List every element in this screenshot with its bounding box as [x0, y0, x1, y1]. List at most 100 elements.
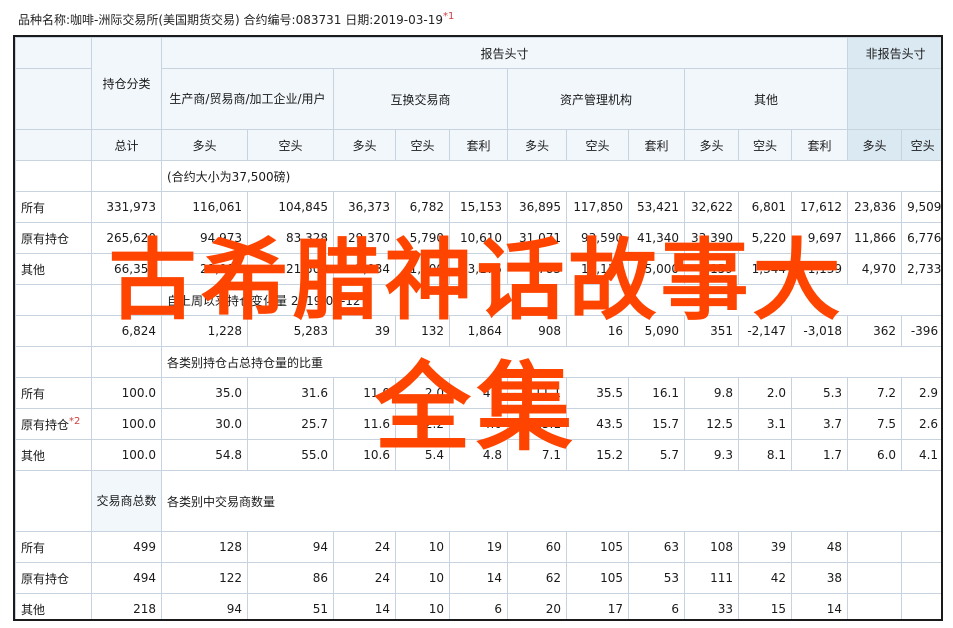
- table-row: 原有持仓*2 100.0 30.0 25.7 11.6 2.2 4.0 15.1 43.5 15.…: [15, 408, 941, 440]
- data-cell: 42: [738, 562, 792, 594]
- subheader-cell: 空头: [738, 129, 792, 161]
- data-cell: 4,970: [847, 253, 903, 285]
- data-cell: 62: [507, 562, 567, 594]
- data-cell: 35.0: [161, 377, 248, 409]
- data-cell: 2.0: [738, 377, 792, 409]
- position-class-header: 持仓分类: [91, 37, 162, 130]
- row-label: 原有持仓*2: [15, 408, 92, 440]
- data-cell: [901, 562, 941, 594]
- data-cell: [847, 593, 903, 619]
- group-header-nonreport: [847, 68, 941, 130]
- data-cell: 51: [247, 593, 334, 619]
- data-cell: 83,328: [247, 222, 334, 254]
- data-cell: 31.6: [247, 377, 334, 409]
- data-cell: 17,612: [790, 191, 849, 223]
- data-cell: 5,220: [738, 222, 792, 254]
- data-cell: 8.1: [738, 439, 792, 471]
- data-cell: 54.8: [161, 439, 248, 471]
- data-cell: 66,353: [91, 253, 162, 285]
- row-label: 原有持仓: [15, 222, 92, 254]
- data-cell: 1,344: [738, 253, 792, 285]
- data-cell: 14: [790, 593, 849, 619]
- data-cell: [847, 531, 903, 563]
- change-cell: -396: [901, 315, 941, 347]
- table-row: 所有 100.0 35.0 31.6 11.0 2.0 4.6 11.1 35.5 16.1 9.8…: [15, 377, 941, 409]
- row-label-text: 其他: [21, 448, 46, 463]
- data-cell: 108: [684, 531, 739, 563]
- page-header: 品种名称:咖啡-洲际交易所(美国期货交易) 合约编号:083731 日期:201…: [18, 11, 454, 28]
- data-cell: 4.1: [901, 439, 941, 471]
- row-label-text: 所有: [21, 540, 46, 555]
- data-cell: 3.7: [790, 408, 849, 440]
- section-note-traders: 各类别中交易商数量: [160, 470, 941, 532]
- change-cell: 5,283: [247, 315, 334, 347]
- data-cell: 117,850: [566, 191, 629, 223]
- data-cell: 15.7: [628, 408, 685, 440]
- data-cell: 53: [628, 562, 685, 594]
- subheader-cell: 多头: [847, 129, 903, 161]
- data-cell: 6: [449, 593, 508, 619]
- data-cell: 3.1: [738, 408, 792, 440]
- data-cell: 9.3: [684, 439, 739, 471]
- data-cell: 265,620: [91, 222, 162, 254]
- data-cell: 6: [628, 593, 685, 619]
- data-cell: 100.0: [91, 439, 162, 471]
- table-row: 其他 66,353 21,088 21,509 7,034 1,000 3,175 4,783…: [15, 253, 941, 285]
- data-cell: 19: [449, 531, 508, 563]
- row-label-text: 原有持仓: [21, 571, 70, 586]
- subheader-cell: 套利: [628, 129, 685, 161]
- group-header-other: 其他: [683, 68, 849, 130]
- data-cell: 6.0: [847, 439, 903, 471]
- change-cell: 1,864: [449, 315, 508, 347]
- change-cell: 1,228: [161, 315, 248, 347]
- data-cell: 9,509: [901, 191, 941, 223]
- data-cell: 38: [790, 562, 849, 594]
- row-label: 所有: [15, 377, 92, 409]
- data-cell: 5,790: [395, 222, 450, 254]
- data-cell: [847, 562, 903, 594]
- data-cell: 15,153: [449, 191, 508, 223]
- data-cell: 4.6: [449, 377, 508, 409]
- data-cell: 94: [247, 531, 334, 563]
- data-cell: 32,622: [684, 191, 739, 223]
- subheader-cell: 空头: [901, 129, 941, 161]
- data-cell: 4.8: [449, 439, 508, 471]
- data-cell: 5.7: [628, 439, 685, 471]
- table-row: 所有 331,973 116,061 104,845 36,373 6,782 15,153…: [15, 191, 941, 223]
- data-cell: 20: [507, 593, 567, 619]
- data-cell: 4.0: [449, 408, 508, 440]
- section-note-contract: (合约大小为37,500磅): [160, 160, 941, 192]
- data-cell: 33,390: [684, 222, 739, 254]
- data-cell: 15.2: [566, 439, 629, 471]
- row-label: 原有持仓: [15, 562, 92, 594]
- data-cell: 10: [395, 593, 450, 619]
- data-cell: 10: [395, 562, 450, 594]
- subheader-cell: 空头: [395, 129, 450, 161]
- data-cell: 122: [161, 562, 248, 594]
- data-cell: 5.3: [790, 377, 849, 409]
- data-cell: 43.5: [566, 408, 629, 440]
- table-row: 原有持仓 494 122 86 24 10 14 62 105 53 111 42 38: [15, 562, 941, 594]
- data-cell: 2.6: [901, 408, 941, 440]
- data-cell: 10,610: [449, 222, 508, 254]
- data-cell: [901, 531, 941, 563]
- report-group-header: 报告头寸: [160, 37, 849, 69]
- change-cell: 362: [847, 315, 903, 347]
- subheader-cell: 空头: [247, 129, 334, 161]
- group-header-swap: 互换交易商: [333, 68, 508, 130]
- data-cell: 14: [333, 593, 396, 619]
- data-cell: 15.1: [507, 408, 567, 440]
- change-cell: 16: [566, 315, 629, 347]
- row-label: 其他: [15, 253, 92, 285]
- data-cell: [901, 593, 941, 619]
- data-cell: 29,370: [333, 222, 396, 254]
- data-cell: 7.1: [507, 439, 567, 471]
- data-cell: 7.2: [847, 377, 903, 409]
- row-label-text: 原有持仓: [21, 417, 70, 432]
- cot-report-frame: 持仓分类 报告头寸 非报告头寸 生产商/贸易商/加工企业/用户 互换交易商 资产…: [13, 35, 943, 621]
- data-cell: 2.9: [901, 377, 941, 409]
- row-label: 其他: [15, 439, 92, 471]
- data-cell: 499: [91, 531, 162, 563]
- total-header: 总计: [91, 129, 162, 161]
- change-cell: 39: [333, 315, 396, 347]
